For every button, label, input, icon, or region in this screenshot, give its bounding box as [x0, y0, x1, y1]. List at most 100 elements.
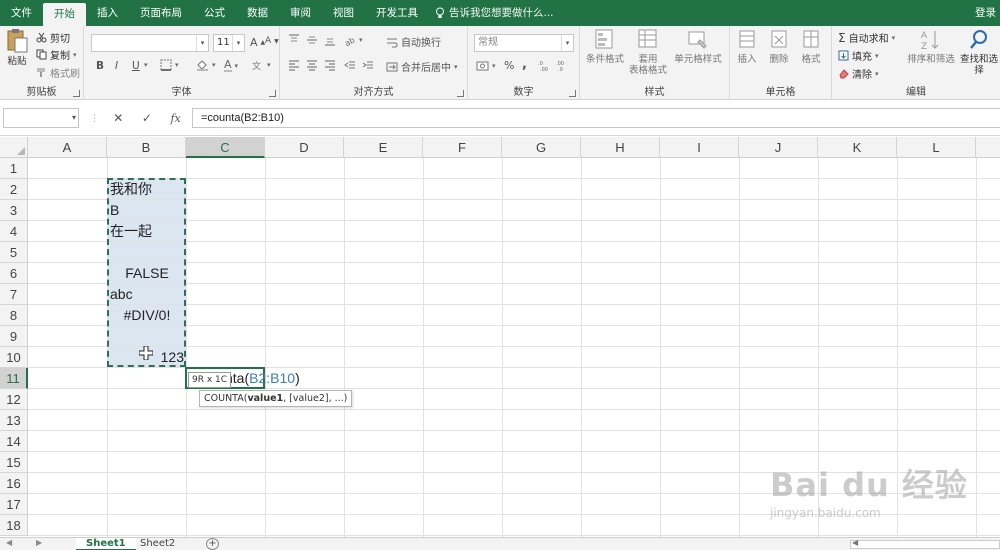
sheet-nav-prev-icon[interactable]: ◀ [6, 538, 12, 547]
column-header-partial[interactable] [976, 137, 1000, 158]
fn-tip-arg1[interactable]: value1 [247, 393, 283, 404]
cut-button[interactable]: 剪切 [36, 30, 70, 45]
clear-button[interactable]: 清除 ▾ [838, 66, 879, 81]
alignment-launcher[interactable] [457, 90, 464, 97]
accounting-format-button[interactable]: ▾ [476, 60, 496, 72]
orientation-button[interactable]: ab ▾ [344, 34, 363, 46]
horizontal-scrollbar[interactable] [850, 540, 1000, 549]
grow-font-button[interactable]: A ▲ [250, 36, 265, 49]
tab-data[interactable]: 数据 [236, 0, 279, 26]
align-right-button[interactable] [324, 59, 336, 71]
comma-style-button[interactable]: , [522, 57, 527, 72]
column-header-h[interactable]: H [581, 137, 660, 158]
delete-cells-button[interactable]: 删除 [764, 28, 794, 65]
row-header-6[interactable]: 6 [0, 263, 28, 284]
row-header-3[interactable]: 3 [0, 200, 28, 221]
column-header-k[interactable]: K [818, 137, 897, 158]
align-middle-button[interactable] [306, 34, 318, 46]
tab-page-layout[interactable]: 页面布局 [129, 0, 193, 26]
column-header-l[interactable]: L [897, 137, 976, 158]
align-bottom-button[interactable] [324, 34, 336, 46]
bold-button[interactable]: B [96, 60, 104, 72]
underline-dropdown-icon[interactable]: ▾ [144, 61, 148, 69]
row-header-18[interactable]: 18 [0, 515, 28, 536]
tab-review[interactable]: 审阅 [279, 0, 322, 26]
shrink-font-button[interactable]: A ▼ [265, 36, 279, 46]
tab-view[interactable]: 视图 [322, 0, 365, 26]
column-header-g[interactable]: G [502, 137, 581, 158]
borders-button[interactable]: ▾ [160, 59, 179, 71]
sort-filter-button[interactable]: AZ 排序和筛选 [906, 28, 956, 65]
column-header-c[interactable]: C [186, 137, 265, 158]
merge-center-button[interactable]: 合并后居中 ▾ [386, 59, 458, 74]
cell-styles-button[interactable]: 单元格样式 [670, 28, 726, 65]
tab-insert[interactable]: 插入 [86, 0, 129, 26]
font-color-button[interactable]: A ▾ [224, 59, 238, 72]
column-header-i[interactable]: I [660, 137, 739, 158]
column-header-e[interactable]: E [344, 137, 423, 158]
number-format-select[interactable]: 常规 ▾ [474, 34, 574, 52]
percent-button[interactable]: % [504, 59, 514, 72]
row-header-1[interactable]: 1 [0, 158, 28, 179]
tab-file[interactable]: 文件 [0, 0, 43, 26]
number-format-dropdown-icon[interactable]: ▾ [561, 35, 573, 51]
format-cells-button[interactable]: 格式 [796, 28, 826, 65]
tab-home[interactable]: 开始 [43, 3, 86, 26]
paste-button[interactable]: 粘贴 [3, 28, 31, 67]
format-as-table-button[interactable]: 套用 表格格式 [628, 28, 668, 76]
row-header-17[interactable]: 17 [0, 494, 28, 515]
font-size-dropdown-icon[interactable]: ▾ [232, 35, 244, 51]
row-header-13[interactable]: 13 [0, 410, 28, 431]
column-header-f[interactable]: F [423, 137, 502, 158]
sheet-tab-sheet1[interactable]: Sheet1 [76, 538, 136, 550]
column-header-d[interactable]: D [265, 137, 344, 158]
align-top-button[interactable] [288, 34, 300, 46]
row-header-14[interactable]: 14 [0, 431, 28, 452]
number-launcher[interactable] [569, 90, 576, 97]
row-header-12[interactable]: 12 [0, 389, 28, 410]
name-box[interactable]: ▾ [3, 108, 79, 128]
conditional-formatting-button[interactable]: 条件格式 [583, 28, 627, 65]
decrease-indent-button[interactable] [344, 59, 356, 71]
row-header-10[interactable]: 10 [0, 347, 28, 368]
row-header-7[interactable]: 7 [0, 284, 28, 305]
row-header-9[interactable]: 9 [0, 326, 28, 347]
cell-edit-text[interactable]: nta(B2:B10) [225, 368, 300, 388]
row-header-15[interactable]: 15 [0, 452, 28, 473]
fill-button[interactable]: 填充 ▾ [838, 48, 879, 63]
increase-indent-button[interactable] [362, 59, 374, 71]
row-header-8[interactable]: 8 [0, 305, 28, 326]
tell-me-search[interactable]: 告诉我您想要做什么... [435, 0, 554, 26]
scroll-left-icon[interactable]: ◀ [852, 538, 858, 547]
font-launcher[interactable] [269, 90, 276, 97]
underline-button[interactable]: U [132, 60, 140, 72]
font-size-select[interactable]: 11 ▾ [213, 34, 245, 52]
login-link[interactable]: 登录 [975, 0, 996, 26]
formula-input[interactable]: =counta(B2:B10) [192, 108, 1000, 128]
align-left-button[interactable] [288, 59, 300, 71]
column-header-a[interactable]: A [28, 137, 107, 158]
name-box-dropdown-icon[interactable]: ▾ [72, 113, 76, 122]
row-header-16[interactable]: 16 [0, 473, 28, 494]
fill-color-button[interactable]: ▾ [196, 59, 216, 71]
insert-function-icon[interactable]: fx [170, 112, 180, 125]
wrap-text-button[interactable]: 自动换行 [386, 34, 441, 49]
format-painter-button[interactable]: 格式刷 [36, 65, 80, 80]
copy-button[interactable]: 复制 ▾ [36, 47, 77, 62]
font-name-select[interactable]: ▾ [91, 34, 209, 52]
find-select-button[interactable]: 查找和选择 [958, 28, 1000, 76]
sheet-nav-next-icon[interactable]: ▶ [36, 538, 42, 547]
copy-dropdown-icon[interactable]: ▾ [73, 51, 77, 59]
font-name-dropdown-icon[interactable]: ▾ [196, 35, 208, 51]
sheet-tab-sheet2[interactable]: Sheet2 [130, 538, 185, 550]
autosum-button[interactable]: Σ 自动求和 ▾ [838, 30, 895, 46]
row-header-2[interactable]: 2 [0, 179, 28, 200]
enter-icon[interactable]: ✓ [142, 111, 152, 125]
add-sheet-icon[interactable]: + [206, 538, 219, 550]
decrease-decimal-button[interactable]: .00.0 [556, 59, 569, 71]
tab-formulas[interactable]: 公式 [193, 0, 236, 26]
column-header-b[interactable]: B [107, 137, 186, 158]
align-center-button[interactable] [306, 59, 318, 71]
formula-bar-grip-icon[interactable]: ⋮ [90, 114, 99, 124]
row-header-4[interactable]: 4 [0, 221, 28, 242]
